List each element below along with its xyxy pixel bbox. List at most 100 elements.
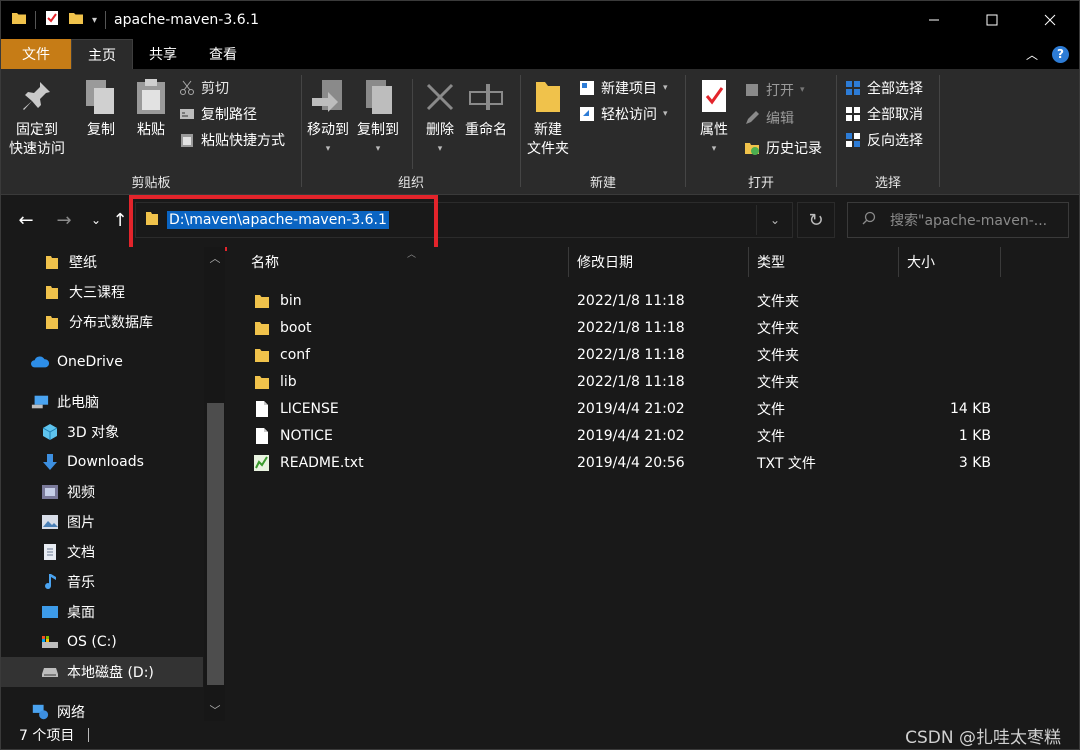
file-name-cell[interactable]: conf <box>253 341 310 368</box>
chevron-down-icon[interactable]: ▾ <box>92 15 97 26</box>
file-name-cell[interactable]: lib <box>253 368 297 395</box>
collapse-ribbon-icon[interactable]: ︿ <box>1026 46 1038 63</box>
file-modified: 2022/1/8 11:18 <box>577 292 685 309</box>
refresh-button[interactable]: ↻ <box>797 202 835 238</box>
table-row[interactable]: LICENSE 2019/4/4 21:02 文件 14 KB <box>249 395 1025 422</box>
nav-item-this-pc[interactable]: 此电脑 <box>1 387 203 417</box>
tab-home[interactable]: 主页 <box>71 39 133 69</box>
minimize-icon <box>929 19 939 21</box>
nav-item-junior-courses[interactable]: 大三课程 <box>1 277 203 307</box>
nav-item-local-disk-d[interactable]: 本地磁盘 (D:) <box>1 657 203 687</box>
easy-access-icon <box>579 106 595 122</box>
file-name-cell[interactable]: boot <box>253 314 312 341</box>
table-row[interactable]: boot 2022/1/8 11:18 文件夹 <box>249 314 1025 341</box>
minimize-button[interactable] <box>905 1 963 39</box>
paste-shortcut-button[interactable]: 粘贴快捷方式 <box>179 129 285 151</box>
search-box[interactable]: 搜索"apache-maven-... <box>847 202 1069 238</box>
folder-icon <box>43 283 61 301</box>
nav-item-distributed-db[interactable]: 分布式数据库 <box>1 307 203 337</box>
system-drive-icon <box>41 633 59 651</box>
copy-button[interactable]: 复制 <box>81 77 121 140</box>
easy-access-button[interactable]: 轻松访问 ▾ <box>579 103 668 125</box>
up-button[interactable]: ↑ <box>109 209 131 231</box>
table-row[interactable]: lib 2022/1/8 11:18 文件夹 <box>249 368 1025 395</box>
back-button[interactable]: ← <box>15 209 37 231</box>
clipboard-group-label: 剪贴板 <box>131 176 171 191</box>
folder-icon <box>43 313 61 331</box>
copy-icon <box>81 77 121 117</box>
open-button[interactable]: 打开 ▾ <box>744 79 805 101</box>
scroll-up-icon[interactable]: ︿ <box>204 249 225 267</box>
column-header-name[interactable]: 名称 <box>243 247 569 277</box>
new-folder-icon[interactable] <box>68 10 84 30</box>
nav-item-onedrive[interactable]: OneDrive <box>1 347 203 377</box>
forward-button[interactable]: → <box>53 209 75 231</box>
pin-to-quick-access-button[interactable]: 固定到 快速访问 <box>9 77 65 159</box>
chevron-down-icon: ⌄ <box>90 213 102 227</box>
close-button[interactable] <box>1021 1 1079 39</box>
nav-item-videos[interactable]: 视频 <box>1 477 203 507</box>
maximize-button[interactable] <box>963 1 1021 39</box>
nav-pane-scrollbar[interactable]: ︿ ﹀ <box>204 247 225 721</box>
nav-item-music[interactable]: 音乐 <box>1 567 203 597</box>
edit-button[interactable]: 编辑 <box>744 107 794 129</box>
new-folder-button[interactable]: 新建 文件夹 <box>527 77 569 159</box>
scroll-down-icon[interactable]: ﹀ <box>204 701 225 719</box>
file-name-cell[interactable]: README.txt <box>253 449 364 476</box>
nav-item-network[interactable]: 网络 <box>1 697 203 721</box>
table-row[interactable]: conf 2022/1/8 11:18 文件夹 <box>249 341 1025 368</box>
file-name: conf <box>280 346 311 363</box>
downloads-icon <box>41 453 59 471</box>
select-none-button[interactable]: 全部取消 <box>845 103 923 125</box>
properties-icon[interactable] <box>44 10 60 30</box>
nav-item-downloads[interactable]: Downloads <box>1 447 203 477</box>
nav-item-documents[interactable]: 文档 <box>1 537 203 567</box>
file-name-cell[interactable]: bin <box>253 287 302 314</box>
chevron-down-icon: ▾ <box>800 85 805 95</box>
nav-item-os-c[interactable]: OS (C:) <box>1 627 203 657</box>
copy-to-button[interactable]: 复制到 ▾ <box>357 77 399 159</box>
nav-item-wallpaper[interactable]: 壁纸 <box>1 247 203 277</box>
folder-icon <box>11 10 27 30</box>
table-row[interactable]: bin 2022/1/8 11:18 文件夹 <box>249 287 1025 314</box>
history-button[interactable]: 历史记录 <box>744 137 822 159</box>
history-label: 历史记录 <box>766 141 822 157</box>
file-type: 文件 <box>757 428 785 445</box>
search-input[interactable]: 搜索"apache-maven-... <box>890 210 1047 230</box>
3d-objects-icon <box>41 423 59 441</box>
file-name-cell[interactable]: LICENSE <box>253 395 339 422</box>
column-header-modified[interactable]: 修改日期 <box>569 247 749 277</box>
tab-file[interactable]: 文件 <box>1 39 71 69</box>
new-item-button[interactable]: 新建项目 ▾ <box>579 77 668 99</box>
invert-selection-button[interactable]: 反向选择 <box>845 129 923 151</box>
recent-locations-button[interactable]: ⌄ <box>85 209 107 231</box>
tab-view[interactable]: 查看 <box>193 39 253 69</box>
select-all-button[interactable]: 全部选择 <box>845 77 923 99</box>
address-dropdown-button[interactable]: ⌄ <box>758 205 792 235</box>
edit-icon <box>744 110 760 126</box>
table-row[interactable]: NOTICE 2019/4/4 21:02 文件 1 KB <box>249 422 1025 449</box>
file-name: README.txt <box>280 454 364 471</box>
help-icon[interactable]: ? <box>1052 45 1069 63</box>
music-icon <box>41 573 59 591</box>
properties-button[interactable]: 属性 ▾ <box>694 77 734 159</box>
column-header-size[interactable]: 大小 <box>899 247 1001 277</box>
nav-item-desktop[interactable]: 桌面 <box>1 597 203 627</box>
onedrive-icon <box>31 353 49 371</box>
table-row[interactable]: README.txt 2019/4/4 20:56 TXT 文件 3 KB <box>249 449 1025 476</box>
cut-button[interactable]: 剪切 <box>179 77 229 99</box>
tab-share[interactable]: 共享 <box>133 39 193 69</box>
file-name-cell[interactable]: NOTICE <box>253 422 333 449</box>
file-modified: 2022/1/8 11:18 <box>577 373 685 390</box>
copy-path-button[interactable]: 复制路径 <box>179 103 257 125</box>
nav-item-3d-objects[interactable]: 3D 对象 <box>1 417 203 447</box>
delete-button[interactable]: 删除 ▾ <box>420 77 460 159</box>
chevron-down-icon: ⌄ <box>769 213 781 227</box>
scrollbar-thumb[interactable] <box>207 403 224 685</box>
organize-group-label: 组织 <box>397 176 424 191</box>
move-to-button[interactable]: 移动到 ▾ <box>307 77 349 159</box>
column-header-type[interactable]: 类型 <box>749 247 899 277</box>
rename-button[interactable]: 重命名 <box>465 77 507 140</box>
paste-button[interactable]: 粘贴 <box>131 77 171 140</box>
nav-item-pictures[interactable]: 图片 <box>1 507 203 537</box>
